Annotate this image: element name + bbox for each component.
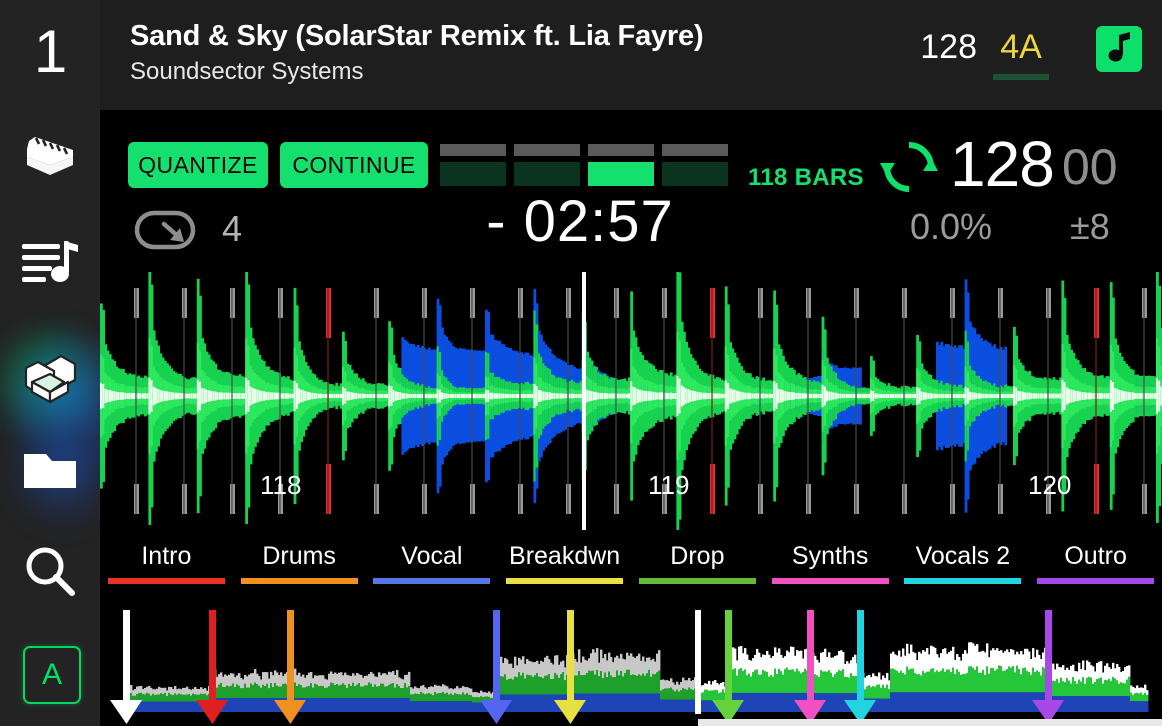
music-note-button[interactable] [1096, 26, 1142, 72]
phrase-label: Drop [670, 542, 725, 570]
loop-beats-value: 4 [222, 208, 243, 249]
detail-waveform[interactable]: 118 119 120 [100, 272, 1162, 530]
phrase-label: Synths [791, 542, 869, 570]
beat-cell [662, 144, 728, 186]
phrase-label: Outro [1064, 542, 1127, 570]
beat-cell [514, 144, 580, 186]
magnifier-icon [23, 544, 77, 598]
overview-graphic [100, 604, 1162, 726]
phrase-label: Breakdwn [509, 542, 621, 570]
dj-deck-screen: 1 A Sand & Sky (SolarStar Remix ft. Lia … [0, 0, 1162, 726]
phrase-item[interactable]: Drums [233, 538, 366, 600]
time-remaining: - 02:57 [486, 189, 674, 254]
phrase-color-bar [107, 578, 225, 584]
phrase-item[interactable]: Outro [1029, 538, 1162, 600]
track-title: Sand & Sky (SolarStar Remix ft. Lia Fayr… [130, 20, 704, 52]
continue-button[interactable]: CONTINUE [280, 142, 428, 188]
sidebar-item-playlist[interactable] [0, 218, 100, 304]
deck-number: 1 [33, 18, 67, 85]
phrase-item[interactable]: Synths [764, 538, 897, 600]
sidebar-item-browse[interactable] [0, 118, 100, 204]
playhead [582, 272, 586, 530]
phrase-item[interactable]: Breakdwn [498, 538, 631, 600]
phrase-label: Vocals 2 [915, 542, 1011, 570]
sidebar-item-search[interactable] [0, 528, 100, 614]
beat-cell [440, 144, 506, 186]
sidebar-item-folder[interactable] [0, 428, 100, 514]
header-key[interactable]: 4A [992, 28, 1050, 80]
quantize-button[interactable]: QUANTIZE [128, 142, 268, 188]
phrase-item[interactable]: Vocals 2 [897, 538, 1030, 600]
phrase-color-bar [373, 578, 491, 584]
bars-remaining-label: 118 BARS [748, 164, 864, 191]
track-list-icon [20, 237, 80, 285]
phrase-color-bar [1037, 578, 1155, 584]
crate-stack-icon [19, 135, 81, 187]
track-header: Sand & Sky (SolarStar Remix ft. Lia Fayr… [100, 0, 1162, 110]
phrase-item[interactable]: Drop [631, 538, 764, 600]
phrase-color-bar [638, 578, 756, 584]
sidebar-item-collection[interactable] [0, 338, 100, 424]
header-key-underline [993, 74, 1049, 80]
bar-number: 118 [260, 470, 302, 500]
bpm-whole-value: 128 [950, 128, 1055, 200]
phrase-color-bar [904, 578, 1022, 584]
phrase-label: Drums [262, 542, 336, 570]
folder-icon [22, 450, 78, 492]
bar-number: 119 [648, 470, 690, 500]
phrase-color-bar [506, 578, 624, 584]
phrase-label: Vocal [401, 542, 463, 570]
overview-position-marker [695, 610, 701, 714]
overview-progress-bar [698, 719, 1162, 726]
bar-number: 120 [1028, 470, 1072, 500]
overview-waveform[interactable] [100, 604, 1162, 726]
music-note-icon [1106, 31, 1132, 67]
pitch-percent: 0.0% [910, 206, 993, 247]
header-key-value: 4A [1000, 28, 1042, 66]
deck-letter-label: A [41, 658, 62, 691]
bpm-decimal-value: 00 [1062, 139, 1118, 195]
sidebar: 1 A [0, 0, 140, 726]
phrase-color-bar [771, 578, 889, 584]
pitch-range: ±8 [1070, 206, 1110, 247]
phrase-label: Intro [141, 542, 192, 570]
beat-indicator [440, 144, 730, 186]
phrase-color-bar [240, 578, 358, 584]
crate-open-icon [18, 352, 82, 410]
sync-circular-arrows-icon[interactable] [880, 138, 938, 201]
phrase-strip: Intro Drums Vocal Breakdwn Drop Synths Vocals … [100, 538, 1162, 600]
track-artist: Soundsector Systems [130, 58, 364, 85]
phrase-item[interactable]: Intro [100, 538, 233, 600]
phrase-item[interactable]: Vocal [366, 538, 499, 600]
beat-cell [588, 144, 654, 186]
header-bpm-value: 128 [920, 28, 977, 66]
deck-letter-button[interactable]: A [23, 646, 81, 704]
loop-icon[interactable] [134, 210, 196, 255]
